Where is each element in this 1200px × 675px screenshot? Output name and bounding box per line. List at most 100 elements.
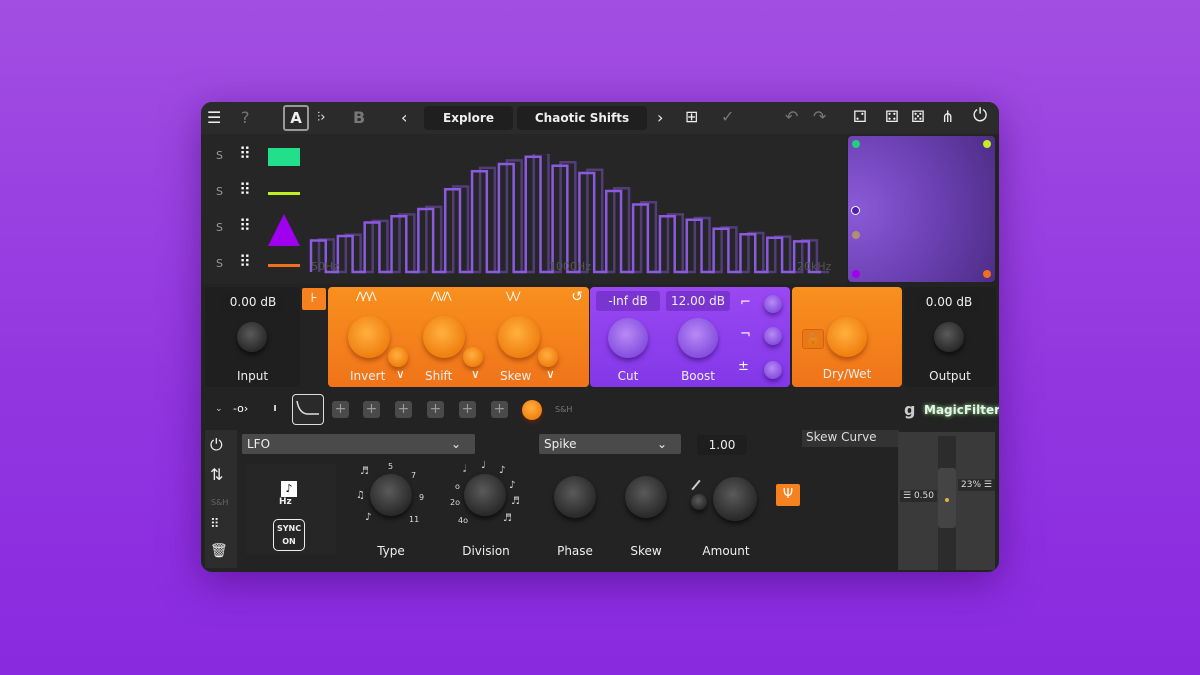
mod-target-icon[interactable]: Ψ — [776, 484, 800, 506]
dry-wet-knob[interactable] — [827, 317, 867, 357]
skew-knob[interactable] — [498, 316, 540, 358]
skew-curve-editor[interactable]: ☰ 0.50 23% ☰ — [898, 432, 995, 570]
freq-label-low: 50Hz — [311, 260, 340, 273]
filter-panel: -Inf dB 12.00 dB Cut Boost ⌐ ¬ ± — [590, 287, 790, 387]
plugin-window: ☰ ? A ⫶› B ‹ Explore Chaotic Shifts › ⊞ … — [201, 102, 999, 572]
add-mod-slot-button[interactable]: + — [491, 401, 508, 418]
add-mod-slot-button[interactable]: + — [332, 401, 349, 418]
plus-minus-icon: ± — [738, 359, 749, 374]
help-button[interactable]: ? — [241, 107, 250, 129]
shift-knob[interactable] — [423, 316, 465, 358]
redo-icon[interactable]: ↷ — [813, 106, 826, 128]
boost-value[interactable]: 12.00 dB — [666, 291, 730, 311]
prev-preset-button[interactable]: ‹ — [401, 107, 407, 129]
lfo-shape-select[interactable]: Spike ⌄ — [539, 434, 681, 454]
layer-grid-icon[interactable]: ⠿ — [239, 218, 251, 234]
chevron-down-icon[interactable]: ∨ — [396, 367, 405, 381]
xy-marker — [852, 231, 860, 239]
input-value[interactable]: 0.00 dB — [222, 292, 284, 312]
next-preset-button[interactable]: › — [657, 107, 663, 129]
preset-name-selector[interactable]: Chaotic Shifts — [517, 106, 647, 130]
collapse-chevron-icon[interactable]: ⌄ — [215, 404, 223, 414]
add-mod-slot-button[interactable]: + — [363, 401, 380, 418]
cut-knob[interactable] — [608, 318, 648, 358]
boost-label: Boost — [681, 369, 715, 383]
polarity-knob[interactable] — [764, 361, 782, 379]
shift-mini-knob[interactable] — [463, 347, 483, 367]
routing-icon[interactable]: ⋔ — [941, 106, 954, 128]
xy-pad[interactable] — [848, 136, 995, 282]
grid-icon[interactable]: ⠿ — [210, 514, 220, 536]
lock-icon[interactable]: 🔒 — [802, 329, 824, 349]
layer-solo-button[interactable]: S — [216, 185, 223, 198]
amount-knob[interactable] — [713, 477, 757, 521]
boost-knob[interactable] — [678, 318, 718, 358]
menu-icon[interactable]: ☰ — [207, 107, 221, 129]
skew-knob[interactable] — [625, 476, 667, 518]
save-preset-icon[interactable]: ✓ — [721, 106, 734, 128]
preset-a-button[interactable]: A — [283, 105, 309, 131]
mod-link-icon[interactable]: -o› — [233, 402, 248, 415]
chevron-down-icon: ⌄ — [450, 437, 461, 451]
type-tick: 9 — [419, 493, 425, 502]
randomize-2-icon[interactable]: ⚃ — [885, 106, 899, 128]
skew-left-value[interactable]: ☰ 0.50 — [900, 490, 937, 502]
layer-solo-button[interactable]: S — [216, 221, 223, 234]
copy-a-to-b-icon[interactable]: ⫶› — [317, 107, 325, 129]
save-new-preset-icon[interactable]: ⊞ — [685, 106, 698, 128]
power-icon[interactable]: ⏻ — [973, 105, 987, 127]
preset-b-button[interactable]: B — [353, 107, 365, 129]
eighth-note-icon: ♪ — [499, 465, 506, 476]
layer-grid-icon[interactable]: ⠿ — [239, 182, 251, 198]
reset-icon[interactable]: ↺ — [571, 289, 583, 305]
layer-shape-line[interactable] — [268, 192, 300, 195]
skew-center-dot — [945, 498, 949, 502]
input-knob[interactable] — [237, 322, 267, 352]
swap-icon[interactable]: ⇅ — [210, 464, 223, 486]
note-eighth-icon: ♫ — [356, 490, 365, 501]
mod-power-icon[interactable]: ⏻ — [210, 434, 223, 456]
layer-shape-line[interactable] — [268, 264, 300, 267]
randomize-1-icon[interactable]: ⚁ — [853, 106, 867, 128]
skew-right-value[interactable]: 23% ☰ — [958, 479, 995, 491]
layer-solo-button[interactable]: S — [216, 149, 223, 162]
undo-icon[interactable]: ↶ — [785, 106, 798, 128]
add-mod-slot-button[interactable]: + — [427, 401, 444, 418]
input-panel: 0.00 dB Input — [205, 287, 300, 387]
output-knob[interactable] — [934, 322, 964, 352]
highpass-knob[interactable] — [764, 295, 782, 313]
xy-handle[interactable] — [851, 206, 860, 215]
phase-knob[interactable] — [554, 476, 596, 518]
amount-mini-knob[interactable] — [691, 494, 707, 510]
skew-mini-knob[interactable] — [538, 347, 558, 367]
routing-toggle-icon[interactable]: ⊦ — [302, 288, 326, 310]
invert-knob[interactable] — [348, 316, 390, 358]
sh-mod-knob[interactable] — [522, 400, 542, 420]
layer-grid-icon[interactable]: ⠿ — [239, 146, 251, 162]
mod-slot-active[interactable] — [292, 394, 324, 425]
output-value[interactable]: 0.00 dB — [918, 292, 980, 312]
note-icon: ♪ — [509, 480, 516, 491]
add-mod-slot-button[interactable]: + — [395, 401, 412, 418]
chevron-down-icon[interactable]: ∨ — [546, 367, 555, 381]
type-knob[interactable] — [370, 474, 412, 516]
cut-value[interactable]: -Inf dB — [596, 291, 660, 311]
division-knob[interactable] — [464, 474, 506, 516]
sync-toggle-button[interactable]: SYNC ON — [273, 519, 305, 551]
layer-shape-rectangle[interactable] — [268, 148, 300, 166]
category-selector[interactable]: Explore — [424, 106, 513, 130]
layer-grid-icon[interactable]: ⠿ — [239, 254, 251, 270]
lowpass-knob[interactable] — [764, 327, 782, 345]
layer-shape-triangle[interactable] — [268, 214, 300, 246]
hz-label[interactable]: Hz — [279, 497, 292, 507]
randomize-all-icon[interactable]: ⚄ — [911, 106, 925, 128]
spectrum-trace — [317, 154, 829, 274]
delete-icon[interactable]: 🗑 — [210, 540, 228, 562]
invert-mini-knob[interactable] — [388, 347, 408, 367]
mod-source-select[interactable]: LFO ⌄ — [242, 434, 475, 454]
lfo-amount-value[interactable]: 1.00 — [697, 435, 747, 455]
note-icon[interactable]: ♪ — [281, 481, 297, 497]
add-mod-slot-button[interactable]: + — [459, 401, 476, 418]
chevron-down-icon[interactable]: ∨ — [471, 367, 480, 381]
layer-solo-button[interactable]: S — [216, 257, 223, 270]
